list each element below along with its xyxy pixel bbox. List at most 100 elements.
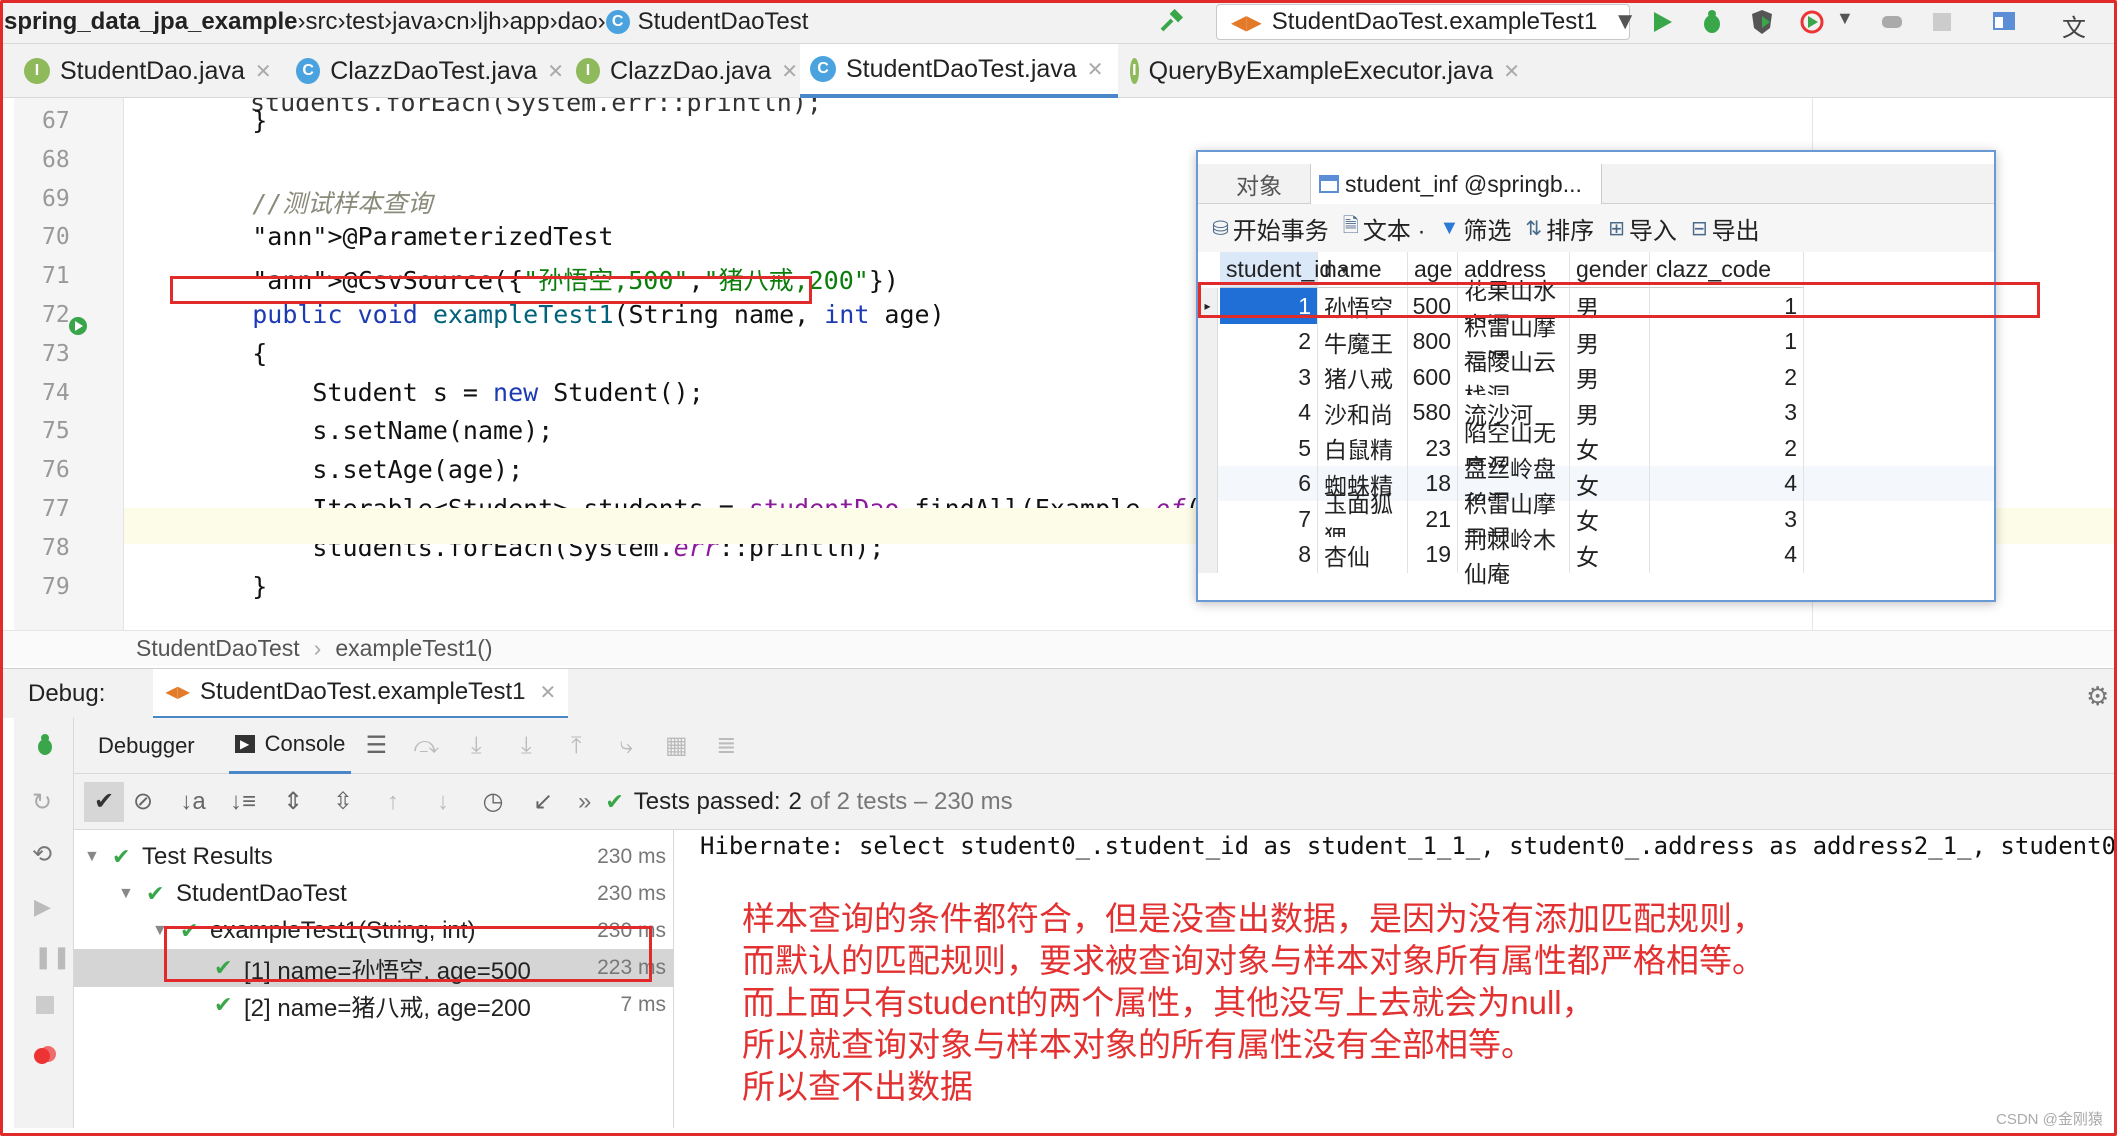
db-cell[interactable]: 8 [1220, 536, 1318, 573]
menu-icon[interactable]: ☰ [361, 731, 391, 761]
step-over-icon[interactable]: ⤼ [411, 731, 441, 761]
db-cell[interactable]: 男 [1570, 288, 1650, 324]
db-cell[interactable]: 5 [1220, 430, 1318, 466]
translate-icon[interactable]: 文 [2062, 8, 2090, 42]
db-cell[interactable]: 女 [1570, 536, 1650, 573]
tab-studentdaotest-java[interactable]: C StudentDaoTest.java ✕ [800, 44, 1118, 98]
gear-icon[interactable]: ⚙ [2086, 681, 2109, 712]
db-cell[interactable]: 6 [1220, 465, 1318, 502]
history-clock-icon[interactable]: ◷ [478, 787, 508, 817]
debug-bug-icon[interactable] [32, 732, 58, 763]
breadcrumb-item[interactable]: ljh [478, 8, 502, 36]
db-data-row[interactable]: 8 杏仙 19 荆棘岭木仙庵女 4 [1198, 527, 1994, 587]
editor-crumb-class[interactable]: StudentDaoTest [136, 635, 300, 662]
db-tab-table[interactable]: student_inf @springb... [1310, 164, 1602, 204]
breadcrumb-item[interactable]: cn [444, 8, 469, 36]
db-cell[interactable]: 牛魔王 [1318, 323, 1408, 360]
force-step-into-icon[interactable]: ⤓ [511, 731, 541, 761]
step-into-icon[interactable]: ⤓ [461, 731, 491, 761]
db-cell[interactable]: 3 [1650, 501, 1804, 537]
tab-console[interactable]: ▶ Console [228, 718, 352, 774]
db-column-header[interactable]: age [1408, 252, 1458, 288]
stop-icon[interactable] [1928, 8, 1956, 36]
db-cell[interactable]: 玉面狐狸 [1318, 491, 1408, 551]
test-tree-row[interactable]: ✔ [2] name=猪八戒, age=200 7 ms [74, 986, 674, 1024]
debug-session-tab[interactable]: ◀▶ StudentDaoTest.exampleTest1 ✕ [153, 668, 569, 719]
stop-icon[interactable] [34, 994, 56, 1021]
db-toolbar-transaction[interactable]: ⛁ 开始事务 [1212, 211, 1329, 246]
db-cell[interactable]: 男 [1570, 359, 1650, 395]
db-toolbar-filter[interactable]: ▼ 筛选 [1440, 211, 1512, 246]
db-cell[interactable]: 猪八戒 [1318, 359, 1408, 395]
breadcrumb-item[interactable]: java [392, 8, 436, 36]
rerun-icon[interactable]: ↻ [32, 788, 52, 817]
db-cell[interactable]: 孙悟空 [1318, 288, 1408, 324]
db-cell[interactable]: 21 [1408, 501, 1458, 537]
prev-failed-icon[interactable]: ↑ [378, 787, 408, 817]
db-cell[interactable]: 1 [1650, 323, 1804, 360]
project-structure-icon[interactable] [1990, 8, 2018, 36]
db-toolbar-import[interactable]: ⊞ 导入 [1608, 211, 1677, 246]
close-icon[interactable]: ✕ [255, 59, 272, 84]
db-cell[interactable]: 4 [1650, 536, 1804, 573]
db-data-row[interactable]: ▸1孙悟空500花果山水帘洞男1 [1198, 278, 1994, 338]
chevron-down-icon[interactable]: ▼ [152, 922, 168, 940]
db-cell[interactable]: 19 [1408, 536, 1458, 573]
editor-crumb-method[interactable]: exampleTest1() [335, 635, 492, 662]
run-test-gutter-icon[interactable] [66, 314, 90, 343]
restore-icon[interactable]: ⟲ [32, 840, 52, 869]
tab-debugger[interactable]: Debugger [98, 733, 195, 759]
db-cell[interactable]: 3 [1220, 359, 1318, 395]
view-breakpoints-icon[interactable] [32, 1042, 58, 1073]
db-cell[interactable]: 男 [1570, 394, 1650, 431]
db-cell[interactable]: 女 [1570, 501, 1650, 537]
test-tree-row[interactable]: ▼ ✔ Test Results 230 ms [74, 838, 674, 876]
db-cell[interactable]: 4 [1650, 465, 1804, 502]
db-cell[interactable]: 沙和尚 [1318, 394, 1408, 431]
db-column-header[interactable]: gender [1570, 252, 1650, 288]
db-cell[interactable]: 杏仙 [1318, 536, 1408, 573]
db-cell[interactable]: 白鼠精 [1318, 430, 1408, 466]
db-column-header[interactable]: name [1318, 252, 1408, 288]
db-toolbar-sort[interactable]: ⇅ 排序 [1525, 211, 1594, 246]
db-toolbar-text[interactable]: 🗎 文本 · [1343, 211, 1426, 246]
step-out-icon[interactable]: ⤒ [561, 731, 591, 761]
chevron-down-icon[interactable]: ▼ [84, 848, 100, 866]
tab-clazzdaotest-java[interactable]: C ClazzDaoTest.java ✕ [286, 44, 564, 98]
db-cell[interactable]: 2 [1220, 323, 1318, 360]
profile-icon[interactable] [1798, 8, 1826, 36]
breadcrumb-item[interactable]: dao [558, 8, 598, 36]
test-tree-row[interactable]: ▼ ✔ StudentDaoTest 230 ms [74, 875, 674, 913]
run-to-cursor-icon[interactable]: ⤷ [611, 731, 641, 761]
chevron-down-icon[interactable]: ▼ [118, 885, 134, 903]
db-data-row[interactable]: 3 猪八戒 600 福陵山云栈洞男 2 [1198, 349, 1994, 409]
evaluate-icon[interactable]: ▦ [661, 731, 691, 761]
show-passed-icon[interactable]: ✔ [84, 781, 124, 822]
tab-studentdao-java[interactable]: I StudentDao.java ✕ [14, 44, 284, 98]
db-data-row[interactable]: 6蜘蛛精18盘丝岭盘丝洞女4 [1198, 456, 1994, 516]
db-data-row[interactable]: 2牛魔王800积雷山摩云洞男1 [1198, 314, 1994, 374]
db-cell[interactable]: 600 [1408, 359, 1458, 395]
db-toolbar-export[interactable]: ⊟ 导出 [1691, 211, 1760, 246]
db-cell[interactable]: 女 [1570, 465, 1650, 502]
breadcrumb-item[interactable]: C StudentDaoTest [605, 8, 808, 36]
breadcrumb-item[interactable]: test [345, 8, 384, 36]
show-ignored-icon[interactable]: ⊘ [128, 787, 158, 817]
collapse-all-icon[interactable]: ⇳ [328, 787, 358, 817]
close-icon[interactable]: ✕ [1087, 57, 1104, 82]
expand-all-icon[interactable]: ⇕ [278, 787, 308, 817]
tab-querybyexampleexecutor-java[interactable]: I QueryByExampleExecutor.java ✕ [1120, 44, 1520, 98]
db-column-header[interactable]: student_id ▼ [1220, 252, 1350, 288]
db-cell[interactable]: 7 [1220, 501, 1318, 537]
more-icon[interactable]: » [578, 788, 591, 816]
test-tree-row[interactable]: ▼ ✔ exampleTest1(String, int) 230 ms [74, 912, 674, 950]
breadcrumb-item[interactable]: spring_data_jpa_example [4, 8, 297, 36]
db-cell[interactable]: 4 [1220, 394, 1318, 431]
db-cell[interactable]: 1 [1220, 288, 1318, 324]
debug-bug-icon[interactable] [1698, 8, 1726, 36]
db-cell[interactable]: 23 [1408, 430, 1458, 466]
db-cell[interactable]: 800 [1408, 323, 1458, 360]
test-tree-row[interactable]: ✔ [1] name=孙悟空, age=500 223 ms [74, 949, 674, 987]
breadcrumb-item[interactable]: src [305, 8, 337, 36]
coverage-shield-icon[interactable] [1748, 8, 1776, 36]
